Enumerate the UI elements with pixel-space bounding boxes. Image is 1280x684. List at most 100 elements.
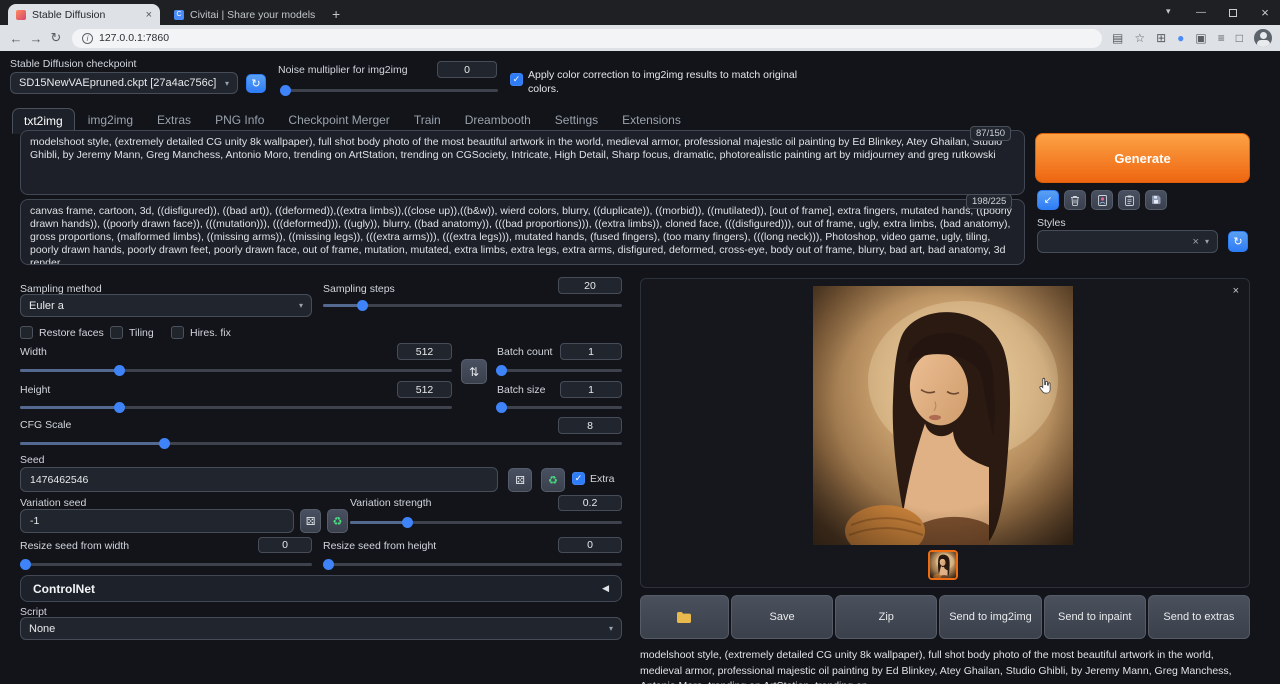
generate-button[interactable]: Generate (1035, 133, 1250, 183)
height-value[interactable]: 512 (397, 381, 452, 398)
maximize-icon (1229, 9, 1237, 17)
noise-multiplier-slider[interactable] (280, 85, 498, 96)
controlnet-label: ControlNet (33, 582, 95, 596)
cfg-scale-slider[interactable] (20, 438, 622, 449)
clipboard-icon (1125, 195, 1134, 206)
new-tab-button[interactable]: + (332, 6, 340, 22)
swap-width-height-button[interactable]: ⇅ (461, 359, 487, 384)
close-gallery-icon[interactable]: × (1233, 285, 1239, 297)
extension-status-icon[interactable]: ● (1177, 31, 1184, 45)
width-value[interactable]: 512 (397, 343, 452, 360)
browser-tab-stable-diffusion[interactable]: Stable Diffusion × (8, 4, 160, 25)
prompt-tool-buttons: ↙ (1037, 190, 1167, 210)
checkpoint-dropdown[interactable]: SD15NewVAEpruned.ckpt [27a4ac756c] ▾ (10, 72, 238, 94)
save-button[interactable]: Save (731, 595, 833, 639)
extra-networks-button[interactable] (1091, 190, 1113, 210)
prompt-textarea[interactable]: modelshoot style, (extremely detailed CG… (20, 130, 1025, 195)
styles-dropdown[interactable]: × ▾ (1037, 230, 1218, 253)
window-switch-icon[interactable]: □ (1236, 31, 1243, 45)
refresh-styles-button[interactable]: ↻ (1228, 231, 1248, 252)
seed-input[interactable] (20, 467, 498, 492)
zip-button[interactable]: Zip (835, 595, 937, 639)
controlnet-accordion[interactable]: ControlNet ◀ (20, 575, 622, 602)
width-slider[interactable] (20, 365, 452, 376)
noise-multiplier-value[interactable]: 0 (437, 61, 497, 78)
variation-strength-label: Variation strength (350, 497, 432, 509)
tab-search-icon[interactable]: ▾ (1166, 6, 1171, 17)
slider-handle[interactable] (114, 402, 125, 413)
sampling-steps-value[interactable]: 20 (558, 277, 622, 294)
batch-count-value[interactable]: 1 (560, 343, 622, 360)
apps-grid-icon[interactable]: ⊞ (1156, 31, 1166, 45)
restore-faces-label: Restore faces (39, 327, 104, 339)
paste-params-button[interactable]: ↙ (1037, 190, 1059, 210)
generated-image[interactable] (813, 286, 1073, 545)
reuse-variation-seed-button[interactable]: ♻ (327, 509, 348, 533)
resize-seed-height-slider[interactable] (323, 559, 622, 570)
browser-tab-civitai[interactable]: C Civitai | Share your models × (166, 4, 322, 25)
resize-seed-width-slider[interactable] (20, 559, 312, 570)
negative-prompt-token-counter: 198/225 (966, 194, 1012, 209)
script-dropdown[interactable]: None ▾ (20, 617, 622, 640)
restore-faces-checkbox[interactable] (20, 326, 33, 339)
variation-seed-input[interactable] (20, 509, 294, 533)
slider-handle[interactable] (114, 365, 125, 376)
color-correction-checkbox[interactable]: ✓ (510, 73, 523, 86)
gallery-thumbnail[interactable] (928, 550, 958, 580)
profile-avatar[interactable] (1254, 29, 1272, 47)
height-slider[interactable] (20, 402, 452, 413)
window-minimize-button[interactable]: — (1186, 0, 1216, 25)
open-folder-button[interactable] (640, 595, 729, 639)
resize-seed-height-value[interactable]: 0 (558, 537, 622, 553)
sampling-steps-slider[interactable] (323, 300, 622, 311)
slider-handle[interactable] (496, 365, 507, 376)
extra-seed-checkbox[interactable]: ✓ (572, 472, 585, 485)
noise-multiplier-label: Noise multiplier for img2img (278, 64, 408, 76)
resize-seed-width-value[interactable]: 0 (258, 537, 312, 553)
negative-prompt-textarea[interactable]: canvas frame, cartoon, 3d, ((disfigured)… (20, 199, 1025, 265)
sampling-method-dropdown[interactable]: Euler a ▾ (20, 294, 312, 317)
bookmark-star-icon[interactable]: ☆ (1134, 31, 1145, 45)
reload-icon[interactable]: ↻ (46, 30, 66, 46)
chevron-down-icon: ▾ (299, 301, 303, 310)
slider-handle[interactable] (402, 517, 413, 528)
tune-icon[interactable]: ≡ (1218, 31, 1225, 45)
forward-icon[interactable]: → (26, 31, 46, 46)
tab-close-icon[interactable]: × (321, 9, 322, 21)
clear-styles-icon[interactable]: × (1193, 236, 1199, 248)
slider-handle[interactable] (159, 438, 170, 449)
site-info-icon[interactable]: i (82, 33, 93, 44)
height-label: Height (20, 384, 50, 396)
send-to-inpaint-button[interactable]: Send to inpaint (1044, 595, 1146, 639)
window-close-button[interactable]: × (1250, 0, 1280, 25)
reuse-seed-button[interactable]: ♻ (541, 468, 565, 492)
batch-size-slider[interactable] (497, 402, 622, 413)
back-icon[interactable]: ← (6, 31, 26, 46)
tiling-checkbox[interactable] (110, 326, 123, 339)
slider-handle[interactable] (20, 559, 31, 570)
send-to-img2img-button[interactable]: Send to img2img (939, 595, 1041, 639)
random-seed-button[interactable]: ⚄ (508, 468, 532, 492)
batch-count-slider[interactable] (497, 365, 622, 376)
apply-style-button[interactable] (1118, 190, 1140, 210)
cfg-scale-value[interactable]: 8 (558, 417, 622, 434)
save-style-button[interactable] (1145, 190, 1167, 210)
tab-close-icon[interactable]: × (146, 9, 152, 21)
address-bar[interactable]: i 127.0.0.1:7860 (72, 29, 1102, 48)
slider-handle[interactable] (280, 85, 291, 96)
send-to-extras-button[interactable]: Send to extras (1148, 595, 1250, 639)
refresh-checkpoints-button[interactable]: ↻ (246, 74, 266, 93)
clear-prompt-button[interactable] (1064, 190, 1086, 210)
variation-strength-slider[interactable] (350, 517, 622, 528)
slider-handle[interactable] (357, 300, 368, 311)
cast-icon[interactable]: ▣ (1195, 31, 1206, 45)
variation-strength-value[interactable]: 0.2 (558, 495, 622, 511)
folder-icon (676, 611, 692, 623)
slider-handle[interactable] (496, 402, 507, 413)
slider-handle[interactable] (323, 559, 334, 570)
hires-fix-checkbox[interactable] (171, 326, 184, 339)
window-maximize-button[interactable] (1218, 0, 1248, 25)
reading-list-icon[interactable]: ▤ (1112, 31, 1123, 45)
batch-size-value[interactable]: 1 (560, 381, 622, 398)
random-variation-seed-button[interactable]: ⚄ (300, 509, 321, 533)
